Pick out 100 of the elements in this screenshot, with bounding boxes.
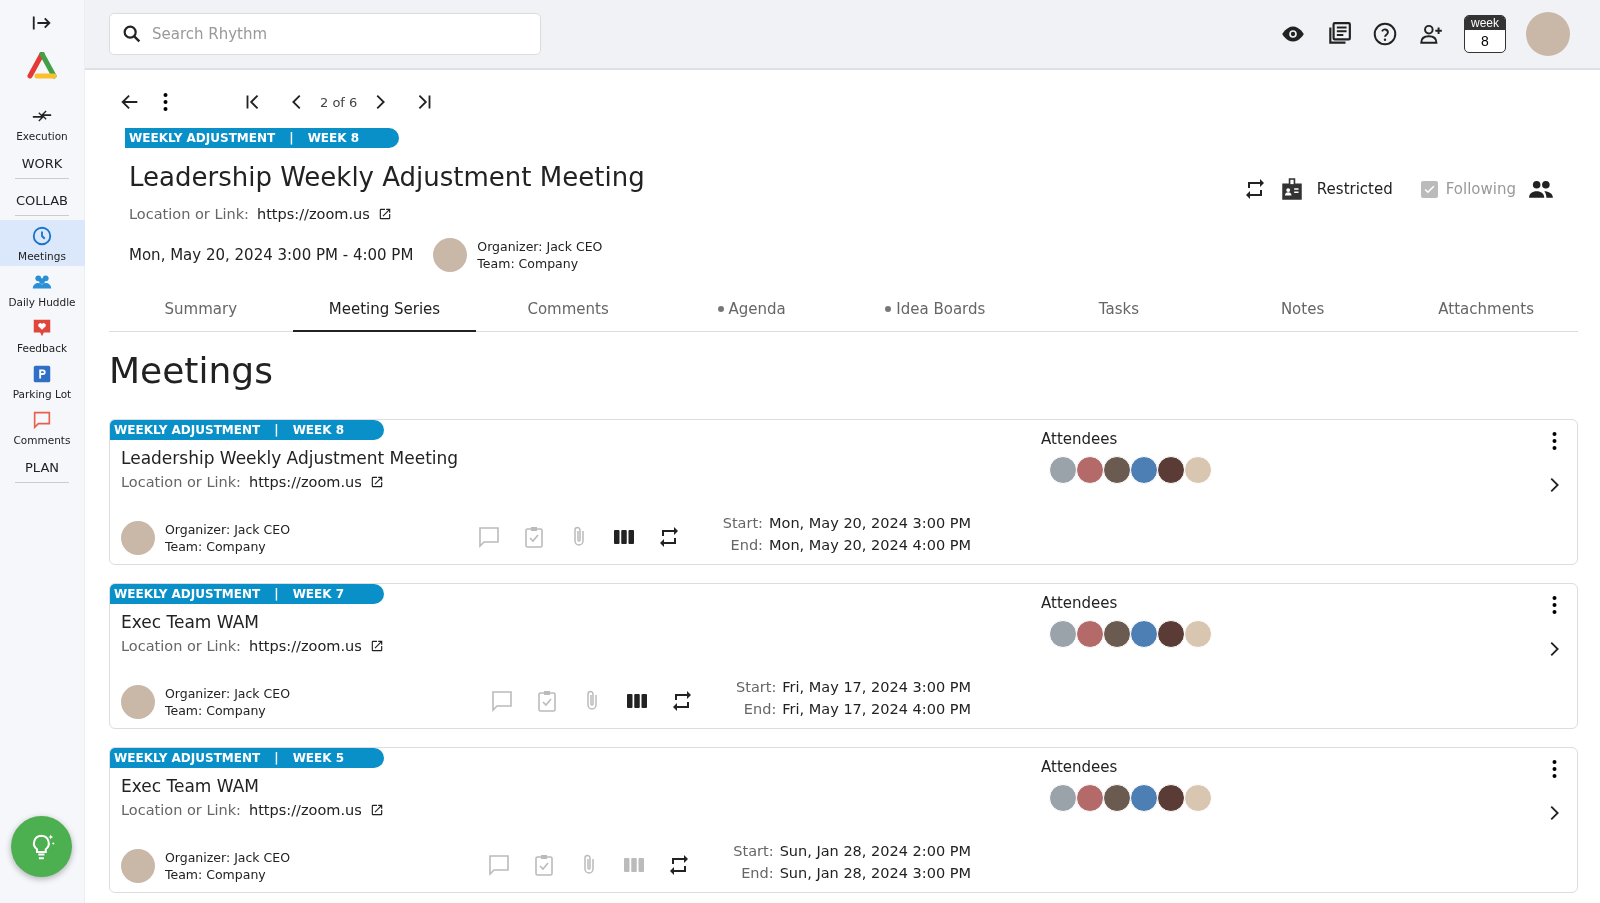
location-label: Location or Link:	[121, 638, 241, 654]
end-time: Fri, May 17, 2024 4:00 PM	[782, 701, 971, 717]
location-label: Location or Link:	[129, 206, 249, 222]
comment-icon	[490, 689, 514, 713]
tab[interactable]: Meeting Series	[292, 288, 477, 332]
more-button[interactable]	[1551, 596, 1557, 614]
help-button[interactable]	[1372, 21, 1398, 47]
organizer-avatar	[121, 521, 155, 555]
document-stack-button[interactable]	[1326, 21, 1352, 47]
end-time: Sun, Jan 28, 2024 3:00 PM	[779, 865, 971, 881]
lightbulb-button[interactable]	[11, 816, 72, 877]
more-button[interactable]	[1551, 432, 1557, 450]
search-field[interactable]: Search Rhythm	[109, 13, 541, 55]
external-link-icon	[369, 803, 384, 817]
sidebar-item[interactable]: Daily Huddle	[0, 266, 85, 312]
start-label: Start:	[736, 679, 777, 695]
meeting-card[interactable]	[109, 419, 1578, 565]
attendee-avatar	[1103, 620, 1131, 648]
restricted-label: Restricted	[1316, 180, 1393, 198]
organizer-text: Organizer: Jack CEO	[165, 522, 291, 537]
comment-icon	[487, 853, 512, 877]
attendee-avatar	[1130, 784, 1158, 812]
attendee-avatar	[1049, 456, 1077, 484]
location-label: Location or Link:	[121, 802, 241, 818]
attendee-avatar	[1157, 620, 1185, 648]
attendee-avatar	[1130, 456, 1158, 484]
location-label: Location or Link:	[121, 474, 241, 490]
organizer-text: Organizer: Jack CEO	[165, 850, 291, 865]
attendee-avatar	[1049, 784, 1077, 812]
start-label: Start:	[733, 843, 774, 859]
more-vertical-icon	[163, 93, 168, 111]
meeting-type-ribbon: WEEKLY ADJUSTMENT | WEEK 8	[110, 420, 385, 440]
end-time: Mon, May 20, 2024 4:00 PM	[769, 537, 971, 553]
sidebar-section-label: COLLAB	[15, 183, 69, 216]
attendee-avatar	[1184, 784, 1212, 812]
team-text: Team: Company	[165, 867, 267, 882]
sidebar-item[interactable]: Feedback	[0, 312, 85, 358]
attendee-avatar	[1076, 784, 1104, 812]
meeting-title: Exec Team WAM	[121, 612, 260, 632]
page-position: 2 of 6	[320, 94, 358, 110]
team-text: Team: Company	[165, 703, 267, 718]
external-link-icon	[377, 207, 392, 221]
organizer-text: Organizer: Jack CEO	[165, 686, 291, 701]
meeting-title: Exec Team WAM	[121, 776, 260, 796]
attendee-avatar	[1184, 620, 1212, 648]
tab[interactable]: Summary	[109, 288, 293, 332]
tab[interactable]: Comments	[476, 288, 660, 332]
parking-icon	[31, 363, 53, 385]
attendee-avatar	[1157, 784, 1185, 812]
sidebar-section-label: WORK	[15, 146, 69, 179]
more-button[interactable]	[1551, 760, 1557, 778]
organizer-avatar	[121, 685, 155, 719]
tab[interactable]: Tasks	[1027, 288, 1211, 332]
sidebar-section-label: PLAN	[15, 450, 69, 483]
start-time: Fri, May 17, 2024 3:00 PM	[782, 679, 971, 695]
attendee-avatar	[1049, 620, 1077, 648]
meeting-title: Leadership Weekly Adjustment Meeting	[121, 448, 460, 468]
more-vertical-icon	[1551, 432, 1557, 450]
sidebar-item[interactable]: Meetings	[0, 220, 85, 266]
meeting-type-ribbon: WEEKLY ADJUSTMENT | WEEK 5	[110, 748, 385, 768]
meeting-type-ribbon: WEEKLY ADJUSTMENT | WEEK 8	[125, 128, 400, 148]
help-icon	[1372, 21, 1398, 47]
external-link-icon	[369, 639, 384, 653]
sidebar-item[interactable]: Parking Lot	[0, 358, 85, 404]
sidebar-item[interactable]: Comments	[0, 404, 85, 450]
document-stack-icon	[1326, 21, 1352, 47]
organizer-avatar	[433, 238, 468, 272]
start-label: Start:	[722, 515, 763, 531]
location-link[interactable]: https://zoom.us	[248, 802, 362, 818]
more-vertical-icon	[1551, 596, 1557, 614]
more-vertical-icon	[1551, 760, 1557, 778]
attendee-avatar	[1103, 456, 1131, 484]
end-label: End:	[742, 701, 777, 717]
triangle-logo	[27, 52, 57, 80]
tab[interactable]: Agenda	[659, 288, 844, 332]
location-link[interactable]: https://zoom.us	[248, 474, 362, 490]
organizer-avatar	[121, 849, 155, 883]
meeting-card[interactable]: WEEKLY ADJUSTMENT | WEEK 5 Exec Team WAM Location or Link: https://zoom.us Organizer: Jack CEO Team: Company Start: Sun, Jan 28, 2024 2:00 PM End: Sun, Jan 28, 2024 3:00 PM Attendees	[109, 747, 1578, 893]
comment-icon	[476, 525, 501, 549]
end-label: End:	[740, 865, 774, 881]
attendees-label: Attendees	[1041, 430, 1119, 448]
location-link[interactable]: https://zoom.us	[256, 206, 370, 222]
more-button[interactable]	[163, 93, 168, 111]
start-time: Mon, May 20, 2024 3:00 PM	[769, 515, 971, 531]
tab[interactable]: Idea Boards	[843, 288, 1028, 332]
meeting-type-ribbon: WEEKLY ADJUSTMENT | WEEK 7	[110, 584, 385, 604]
sidebar-item[interactable]: Execution	[0, 100, 85, 146]
week-calendar-button[interactable]: week 8	[1464, 15, 1506, 53]
attendee-avatar	[1103, 784, 1131, 812]
end-label: End:	[729, 537, 763, 553]
start-time: Sun, Jan 28, 2024 2:00 PM	[779, 843, 971, 859]
meeting-card[interactable]: WEEKLY ADJUSTMENT | WEEK 7 Exec Team WAM Location or Link: https://zoom.us Organizer: Jack CEO Team: Company Start: Fri, May 17, 2024 3:00 PM End: Fri, May 17, 2024 4:00 PM Attendees	[109, 583, 1578, 729]
team-text: Team: Company	[165, 539, 267, 554]
attendee-avatar	[1157, 456, 1185, 484]
tab[interactable]: Attachments	[1394, 288, 1578, 332]
attendees-label: Attendees	[1041, 594, 1119, 612]
tab[interactable]: Notes	[1210, 288, 1395, 332]
page-heading: Meetings	[109, 350, 274, 391]
external-link-icon	[369, 475, 384, 489]
location-link[interactable]: https://zoom.us	[248, 638, 362, 654]
